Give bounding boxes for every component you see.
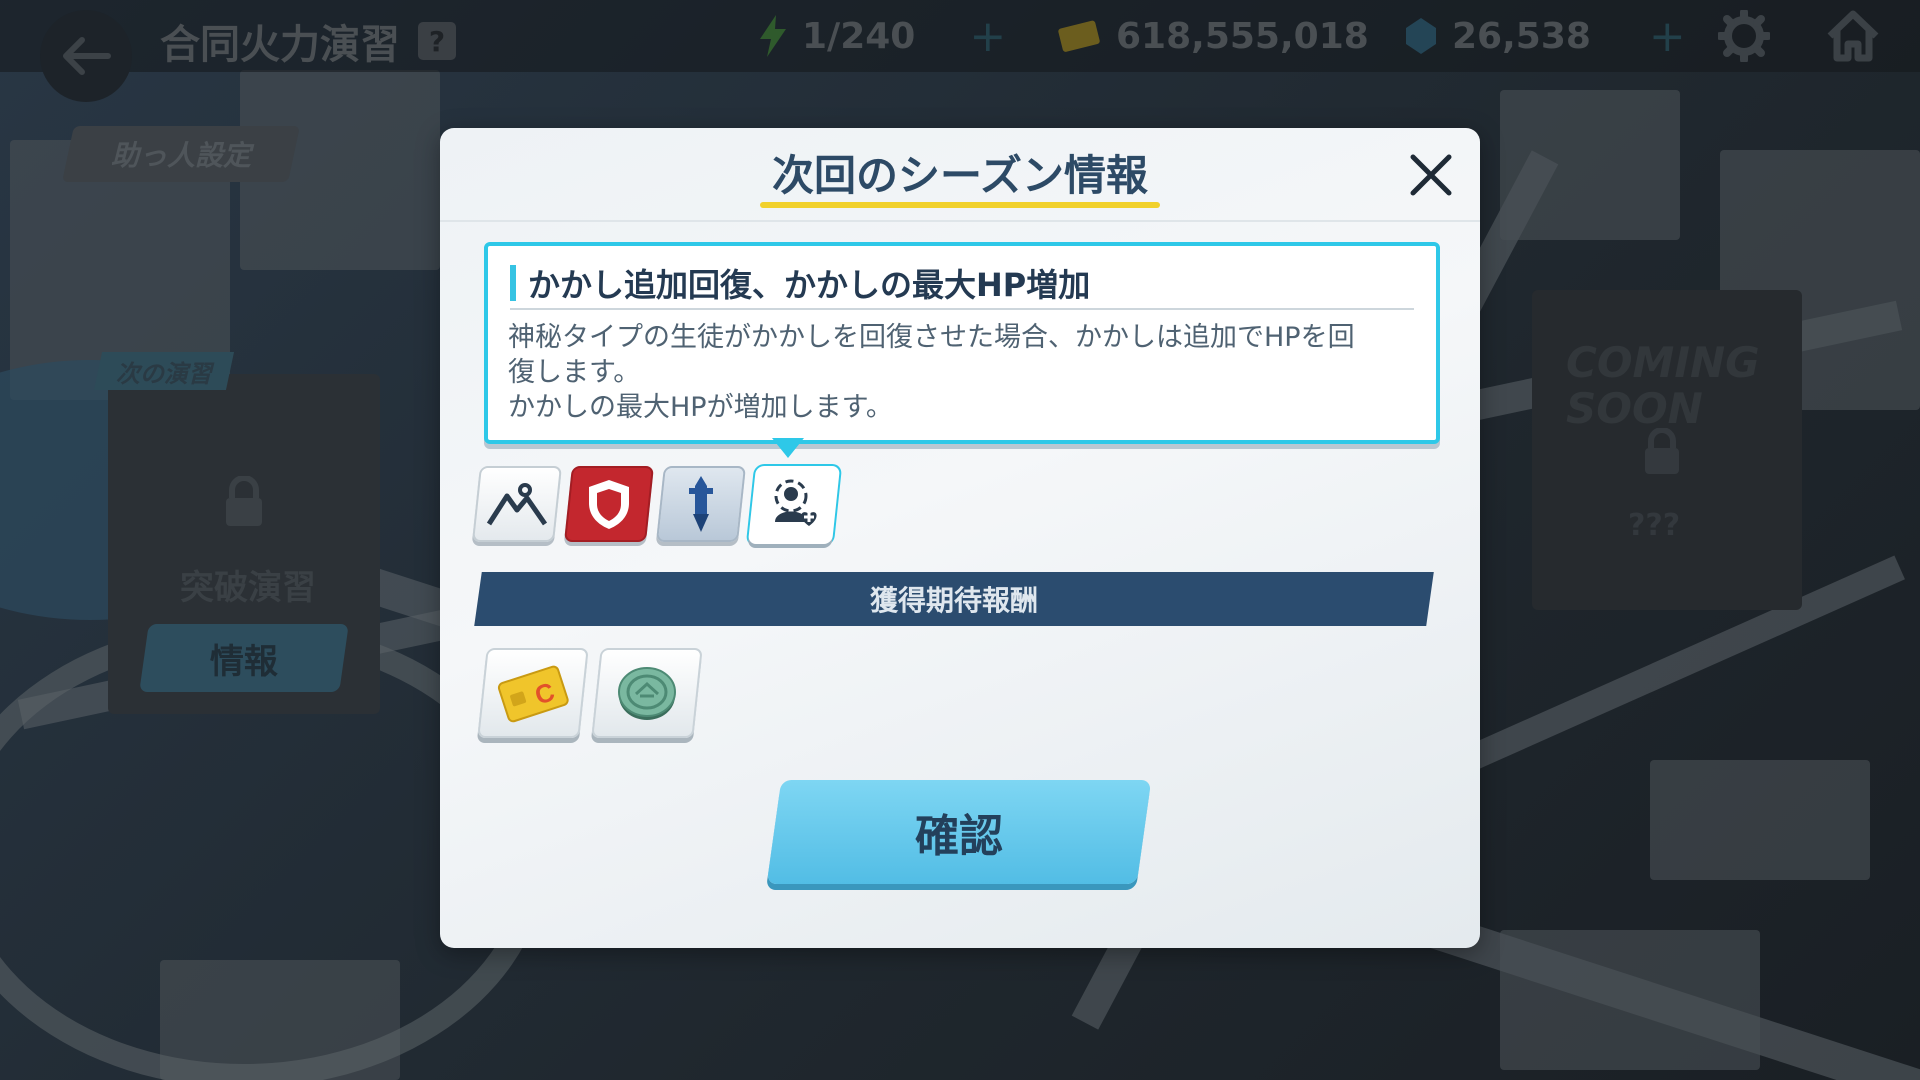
buff-description-line: 神秘タイプの生徒がかかしを回復させた場合、かかしは追加でHPを回 xyxy=(508,322,1355,353)
stamina-value: 1/240 xyxy=(802,15,916,57)
page-title: 合同火力演習 xyxy=(160,22,400,68)
confirm-button[interactable]: 確認 xyxy=(766,780,1152,884)
attack-sword-icon xyxy=(689,476,713,532)
gear-icon xyxy=(1716,8,1772,64)
stamina-display: 1/240 + xyxy=(758,11,1006,62)
buff-terrain[interactable] xyxy=(472,466,562,542)
buff-defense[interactable] xyxy=(564,466,654,542)
reward-header-label: 獲得期待報酬 xyxy=(869,584,1038,617)
home-icon xyxy=(1827,10,1879,62)
info-button-label: 情報 xyxy=(210,641,278,682)
reward-item-credits[interactable]: C xyxy=(477,648,589,738)
back-arrow-icon xyxy=(63,37,111,75)
credit-icon xyxy=(1058,20,1100,52)
reward-item-coin[interactable] xyxy=(591,648,703,738)
credits-value: 618,555,018 xyxy=(1116,15,1369,57)
coming-soon-label: COMING SOON xyxy=(1566,338,1760,433)
page-title-group: 合同火力演習 ? xyxy=(160,12,456,70)
gems-add-button[interactable]: + xyxy=(1649,11,1686,62)
lock-icon xyxy=(1642,427,1682,480)
credit-card-icon: C xyxy=(497,665,569,723)
back-button[interactable] xyxy=(40,10,132,102)
confirm-button-label: 確認 xyxy=(915,811,1003,862)
defense-shield-icon xyxy=(589,480,629,529)
helper-settings-label: 助っ人設定 xyxy=(110,139,251,172)
reward-list: C xyxy=(477,648,703,738)
credits-display: 618,555,018 xyxy=(1058,14,1369,58)
buff-description-line: 復します。 xyxy=(508,357,641,388)
modal-title: 次回のシーズン情報 xyxy=(772,151,1148,200)
coin-icon xyxy=(618,667,676,720)
settings-button[interactable] xyxy=(1716,8,1772,64)
buff-description-body: 神秘タイプの生徒がかかしを回復させた場合、かかしは追加でHPを回 復します。 か… xyxy=(508,320,1408,425)
reward-header-bar: 獲得期待報酬 xyxy=(474,572,1434,626)
buff-description-title: かかし追加回復、かかしの最大HP増加 xyxy=(510,258,1414,310)
next-exercise-tag: 次の演習 xyxy=(93,352,235,390)
title-underline xyxy=(760,202,1160,208)
gems-value: 26,538 xyxy=(1452,15,1591,57)
buff-description-box: かかし追加回復、かかしの最大HP増加 神秘タイプの生徒がかかしを回復させた場合、… xyxy=(484,242,1440,444)
season-info-modal: 次回のシーズン情報 かかし追加回復、かかしの最大HP増加 神秘タイプの生徒がかか… xyxy=(440,128,1480,948)
buff-list xyxy=(472,466,841,544)
heal-target-icon xyxy=(774,479,817,526)
selection-pointer xyxy=(772,438,804,458)
buff-heal[interactable] xyxy=(747,466,841,544)
buff-description-line: かかしの最大HPが増加します。 xyxy=(508,392,893,423)
gems-display: 26,538 + xyxy=(1404,11,1686,62)
close-icon xyxy=(1410,154,1452,196)
next-exercise-label: 次の演習 xyxy=(116,359,212,388)
close-button[interactable] xyxy=(1402,146,1460,204)
modal-header: 次回のシーズン情報 xyxy=(440,128,1480,222)
stamina-add-button[interactable]: + xyxy=(969,11,1006,62)
buff-attack[interactable] xyxy=(656,466,746,542)
helper-settings-button[interactable]: 助っ人設定 xyxy=(62,126,300,182)
unknown-label: ??? xyxy=(1628,508,1681,543)
info-button[interactable]: 情報 xyxy=(139,624,349,692)
lock-icon xyxy=(222,475,266,532)
gem-icon xyxy=(1406,18,1436,54)
home-button[interactable] xyxy=(1826,10,1879,62)
help-button[interactable]: ? xyxy=(418,22,456,60)
terrain-icon xyxy=(486,483,548,526)
breakthrough-exercise-label: 突破演習 xyxy=(180,568,316,608)
lightning-icon xyxy=(760,15,786,57)
